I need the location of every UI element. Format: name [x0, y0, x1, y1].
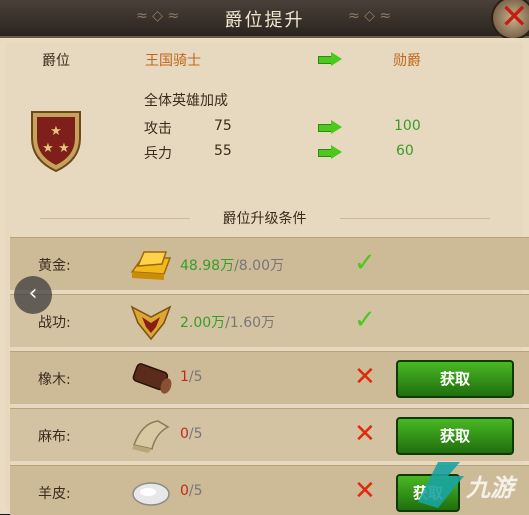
cross-icon: ✕ — [354, 419, 376, 449]
bonus-troops-next: 60 — [396, 143, 414, 159]
arrow-right-icon — [318, 52, 342, 66]
condition-row-merit: 战功: 2.00万/1.60万 ✓ — [10, 294, 529, 347]
nav-left-button[interactable]: ‹ — [14, 276, 52, 314]
get-oak-button[interactable]: 获取 — [396, 360, 514, 398]
title-ornament-right: ≈ ◇ ≈ — [348, 8, 392, 24]
check-icon: ✓ — [354, 305, 376, 335]
rank-label: 爵位 — [42, 53, 70, 69]
condition-row-gold: 黄金: 48.98万/8.00万 ✓ — [10, 237, 529, 290]
arrow-right-icon — [318, 120, 342, 134]
conditions-title: 爵位升级条件 — [222, 211, 307, 227]
page-title: 爵位提升 — [224, 10, 305, 31]
merit-badge-icon — [130, 305, 172, 341]
condition-label: 橡木: — [38, 372, 71, 388]
condition-value: 1/5 — [180, 369, 203, 385]
get-linen-button[interactable]: 获取 — [396, 417, 514, 455]
condition-value: 2.00万/1.60万 — [180, 315, 276, 331]
bonus-troops-label: 兵力 — [144, 146, 172, 162]
chevron-left-icon: ‹ — [28, 281, 38, 306]
condition-row-oak: 橡木: 1/5 ✕ 获取 — [10, 351, 529, 404]
bonus-attack-current: 75 — [214, 118, 232, 134]
svg-text:★: ★ — [42, 141, 54, 156]
svg-text:★: ★ — [58, 141, 70, 156]
check-icon: ✓ — [354, 248, 376, 278]
close-icon: ✕ — [500, 0, 529, 37]
condition-value: 0/5 — [180, 426, 203, 442]
oak-log-icon — [132, 363, 172, 394]
condition-label: 麻布: — [38, 429, 71, 445]
cross-icon: ✕ — [354, 476, 376, 506]
title-bar: ≈ ◇ ≈ 爵位提升 ≈ ◇ ≈ — [0, 0, 529, 38]
bonus-title: 全体英雄加成 — [144, 93, 228, 109]
condition-label: 羊皮: — [38, 486, 71, 502]
watermark-text: 九游 — [466, 474, 514, 502]
bonus-troops-current: 55 — [214, 143, 232, 159]
linen-cloth-icon — [132, 420, 170, 453]
bonus-attack-next: 100 — [394, 118, 421, 134]
condition-label: 战功: — [38, 315, 71, 331]
condition-value: 48.98万/8.00万 — [180, 258, 284, 274]
condition-label: 黄金: — [38, 258, 71, 274]
rank-shield-icon: ★ ★ ★ — [31, 111, 81, 173]
svg-text:★: ★ — [50, 124, 62, 139]
bonus-attack-label: 攻击 — [144, 121, 172, 137]
gold-bar-icon — [130, 251, 172, 280]
rank-current: 王国骑士 — [145, 53, 201, 69]
cross-icon: ✕ — [354, 362, 376, 392]
sheepskin-icon — [132, 482, 170, 506]
condition-value: 0/5 — [180, 483, 203, 499]
rank-next: 勋爵 — [393, 53, 421, 69]
arrow-right-icon — [318, 145, 342, 159]
